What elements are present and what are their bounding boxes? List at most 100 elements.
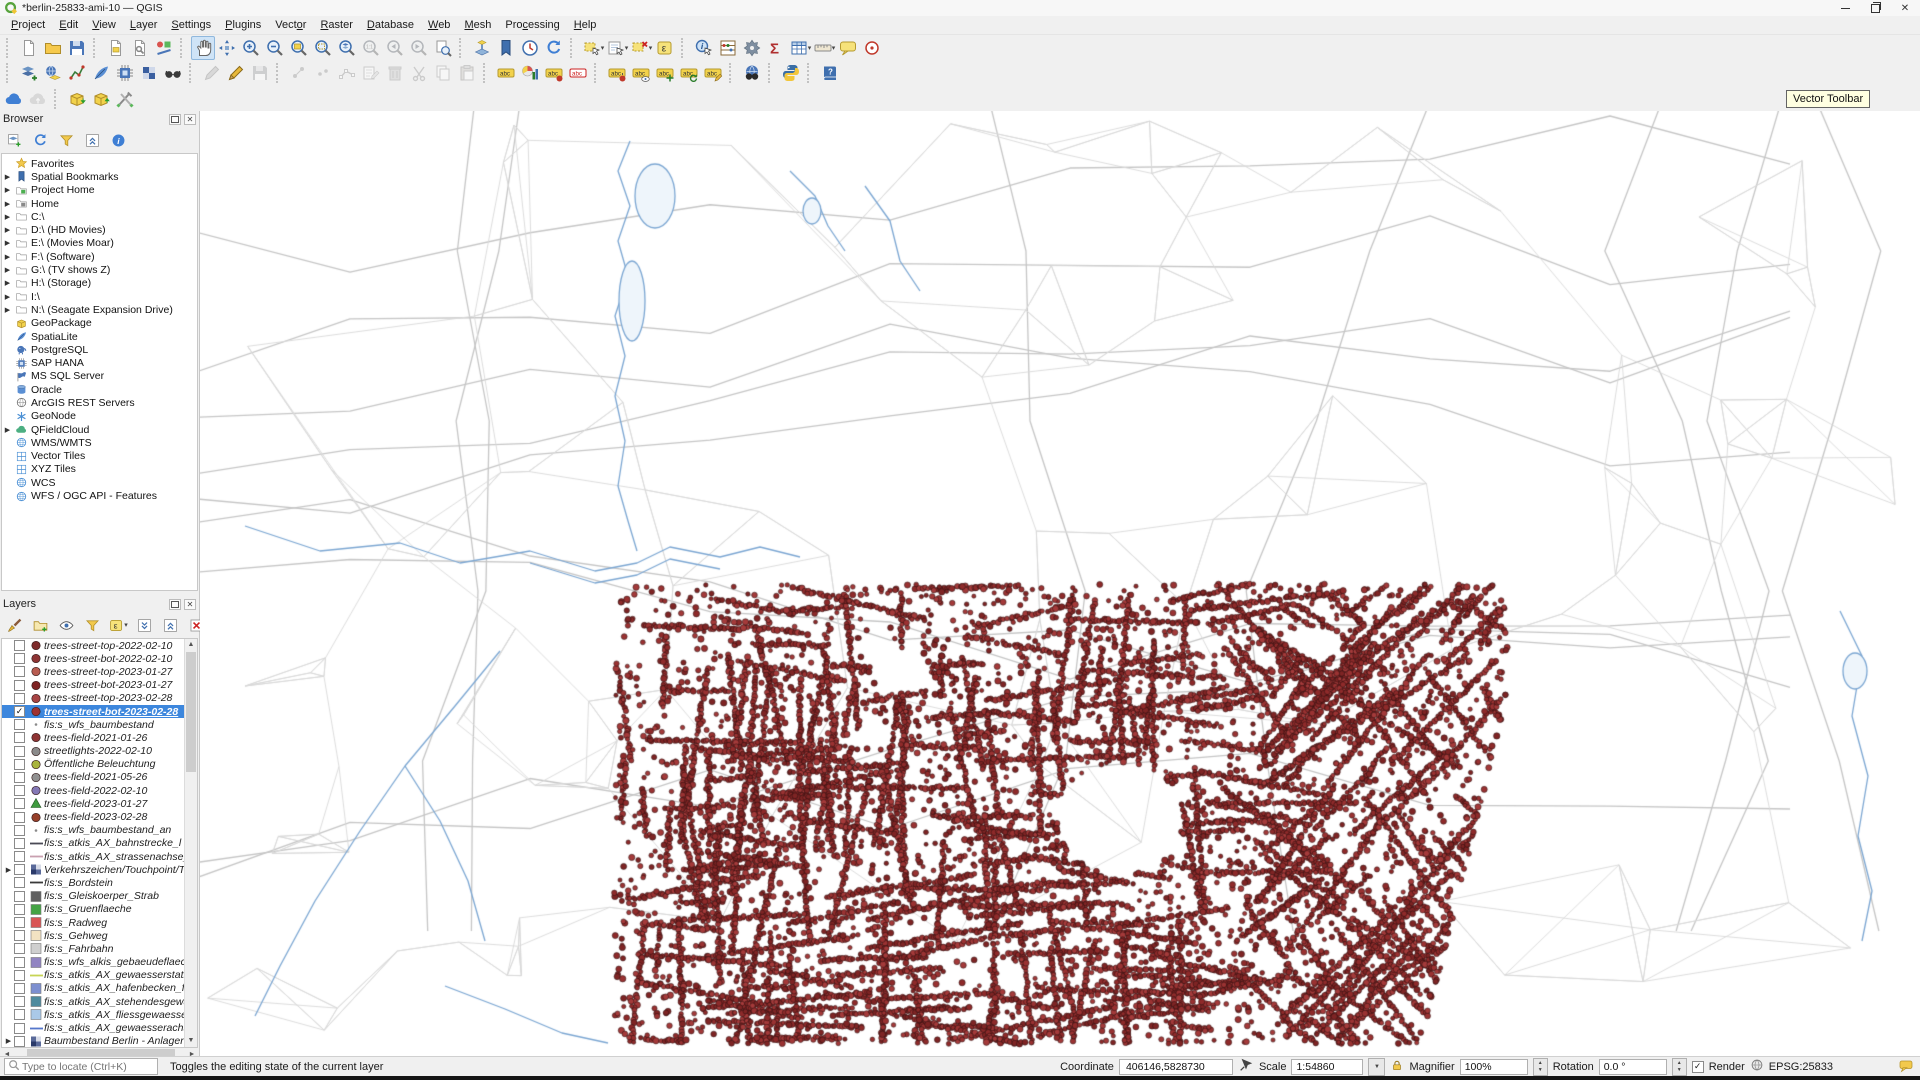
layer-visibility-checkbox[interactable] bbox=[14, 640, 25, 651]
rotation-value[interactable]: 0.0 ° bbox=[1599, 1059, 1667, 1075]
zoom-to-selection-button[interactable] bbox=[311, 36, 335, 60]
db-manager-button[interactable] bbox=[41, 61, 65, 85]
new-project-button[interactable] bbox=[17, 36, 41, 60]
layer-item-trees-field-2022-02-10[interactable]: trees-field-2022-02-10 bbox=[2, 784, 188, 797]
select-by-form-button[interactable]: ▾ bbox=[605, 36, 629, 60]
expand-arrow-icon[interactable]: ▶ bbox=[2, 239, 13, 247]
layer-item-fis-s-atkis-ax-bahnstrecke-l[interactable]: fis:s_atkis_AX_bahnstrecke_l bbox=[2, 837, 188, 850]
filter-browser-button[interactable] bbox=[54, 128, 78, 152]
refresh-map-button[interactable] bbox=[542, 36, 566, 60]
deselect-features-button[interactable]: ▾ bbox=[629, 36, 653, 60]
expand-arrow-icon[interactable]: ▶ bbox=[2, 213, 13, 221]
layer-visibility-checkbox[interactable] bbox=[14, 983, 25, 994]
browser-item-xyz-tiles[interactable]: XYZ Tiles bbox=[2, 463, 197, 476]
layer-item-trees-street-top-2023-02-28[interactable]: trees-street-top-2023-02-28 bbox=[2, 692, 188, 705]
identify-features-button[interactable]: i bbox=[692, 36, 716, 60]
mouse-tracking-icon[interactable] bbox=[1238, 1057, 1254, 1076]
layer-item-fis-s-atkis-ax-hafenbecken-f[interactable]: fis:s_atkis_AX_hafenbecken_f bbox=[2, 982, 188, 995]
expand-arrow-icon[interactable]: ▶ bbox=[2, 173, 13, 181]
menu-mesh[interactable]: Mesh bbox=[457, 16, 498, 34]
layer-visibility-checkbox[interactable] bbox=[14, 877, 25, 888]
scroll-thumb[interactable] bbox=[186, 652, 196, 772]
python-console-button[interactable] bbox=[779, 61, 803, 85]
messages-icon[interactable] bbox=[1898, 1058, 1914, 1076]
layer-item-trees-street-bot-2023-02-28[interactable]: ✓trees-street-bot-2023-02-28 bbox=[2, 705, 188, 718]
layer-visibility-checkbox[interactable] bbox=[14, 917, 25, 928]
layer-visibility-checkbox[interactable] bbox=[14, 825, 25, 836]
layer-item-fis-s-wfs-baumbestand[interactable]: fis:s_wfs_baumbestand bbox=[2, 718, 188, 731]
qfieldcloud-sync-button[interactable] bbox=[26, 87, 50, 111]
new-map-view-button[interactable] bbox=[431, 36, 455, 60]
layer-visibility-checkbox[interactable] bbox=[14, 851, 25, 862]
layer-item-fis-s-atkis-ax-fliessgewaesser-f[interactable]: fis:s_atkis_AX_fliessgewaesser_f bbox=[2, 1008, 188, 1021]
layer-visibility-checkbox[interactable] bbox=[14, 904, 25, 915]
browser-item-d-hd-movies[interactable]: ▶D:\ (HD Movies) bbox=[2, 223, 197, 236]
browser-item-wms-wmts[interactable]: WMS/WMTS bbox=[2, 436, 197, 449]
layer-visibility-checkbox[interactable] bbox=[14, 746, 25, 757]
browser-item-c[interactable]: ▶C:\ bbox=[2, 210, 197, 223]
manage-visibility-button[interactable] bbox=[54, 613, 78, 637]
browser-item-vector-tiles[interactable]: Vector Tiles bbox=[2, 450, 197, 463]
locate-box[interactable] bbox=[4, 1058, 158, 1075]
layers-close-button[interactable]: ✕ bbox=[184, 599, 196, 610]
plugin-tools-button[interactable] bbox=[113, 87, 137, 111]
expand-all-button[interactable] bbox=[132, 613, 156, 637]
collapse-all-button[interactable] bbox=[158, 613, 182, 637]
layer-item-trees-field-2023-01-27[interactable]: trees-field-2023-01-27 bbox=[2, 797, 188, 810]
open-layer-styling-button[interactable] bbox=[2, 613, 26, 637]
map-canvas[interactable] bbox=[200, 111, 1920, 1056]
show-layout-manager-button[interactable] bbox=[128, 36, 152, 60]
map-tips-button[interactable] bbox=[836, 36, 860, 60]
browser-properties-button[interactable]: i bbox=[106, 128, 130, 152]
show-hide-labels-button[interactable]: abc bbox=[629, 61, 653, 85]
package-layers-button[interactable] bbox=[65, 87, 89, 111]
browser-item-project-home[interactable]: ▶Project Home bbox=[2, 184, 197, 197]
menu-database[interactable]: Database bbox=[360, 16, 421, 34]
expand-arrow-icon[interactable]: ▶ bbox=[2, 306, 13, 314]
layer-visibility-checkbox[interactable] bbox=[14, 666, 25, 677]
layer-item-fis-s-atkis-ax-gewaesserachse-l[interactable]: fis:s_atkis_AX_gewaesserachse_l bbox=[2, 1021, 188, 1034]
layer-visibility-checkbox[interactable] bbox=[14, 798, 25, 809]
expand-arrow-icon[interactable]: ▶ bbox=[2, 253, 13, 261]
layer-visibility-checkbox[interactable] bbox=[14, 930, 25, 941]
move-label-button[interactable]: abc bbox=[653, 61, 677, 85]
expand-arrow-icon[interactable]: ▶ bbox=[2, 186, 13, 194]
layer-item-trees-street-top-2023-01-27[interactable]: trees-street-top-2023-01-27 bbox=[2, 665, 188, 678]
digitize-point-button[interactable] bbox=[287, 61, 311, 85]
layer-item-fis-s-atkis-ax-strassenachse-l[interactable]: fis:s_atkis_AX_strassenachse_l bbox=[2, 850, 188, 863]
layer-visibility-checkbox[interactable] bbox=[14, 653, 25, 664]
pin-labels-button[interactable]: abc bbox=[542, 61, 566, 85]
menu-raster[interactable]: Raster bbox=[313, 16, 359, 34]
browser-item-spatial-bookmarks[interactable]: ▶Spatial Bookmarks bbox=[2, 170, 197, 183]
menu-vector[interactable]: Vector bbox=[268, 16, 313, 34]
layer-item-fis-s-fahrbahn[interactable]: fis:s_Fahrbahn bbox=[2, 942, 188, 955]
statistical-summary-button[interactable] bbox=[716, 36, 740, 60]
menu-layer[interactable]: Layer bbox=[123, 16, 165, 34]
layer-diagram-button[interactable] bbox=[518, 61, 542, 85]
layer-visibility-checkbox[interactable] bbox=[14, 693, 25, 704]
add-spatialite-layer-button[interactable] bbox=[89, 61, 113, 85]
pan-map-button[interactable] bbox=[191, 36, 215, 60]
layer-item-verkehrszeichen-touchpoint-tr[interactable]: ▶Verkehrszeichen/Touchpoint/Tr bbox=[2, 863, 188, 876]
coordinate-field[interactable] bbox=[1119, 1059, 1233, 1075]
cut-features-button[interactable] bbox=[407, 61, 431, 85]
layer-item-fis-s-radweg[interactable]: fis:s_Radweg bbox=[2, 916, 188, 929]
close-button[interactable]: ✕ bbox=[1890, 0, 1920, 16]
select-by-expression-button[interactable]: ε bbox=[653, 36, 677, 60]
expand-arrow-icon[interactable]: ▶ bbox=[2, 266, 13, 274]
show-statistics-button[interactable]: Σ bbox=[764, 36, 788, 60]
magnifier-value[interactable]: 100% bbox=[1460, 1059, 1528, 1075]
zoom-in-button[interactable] bbox=[239, 36, 263, 60]
vertex-tool-button[interactable] bbox=[335, 61, 359, 85]
open-attribute-table-dropdown-icon[interactable]: ▾ bbox=[808, 44, 812, 52]
layer-item-fis-s-gruenflaeche[interactable]: fis:s_Gruenflaeche bbox=[2, 903, 188, 916]
save-layer-edits-button[interactable] bbox=[248, 61, 272, 85]
layer-item-fis-s-gehweg[interactable]: fis:s_Gehweg bbox=[2, 929, 188, 942]
layer-item-trees-field-2021-05-26[interactable]: trees-field-2021-05-26 bbox=[2, 771, 188, 784]
layer-item-streetlights-2022-02-10[interactable]: streetlights-2022-02-10 bbox=[2, 745, 188, 758]
browser-item-f-software[interactable]: ▶F:\ (Software) bbox=[2, 250, 197, 263]
paste-features-button[interactable] bbox=[455, 61, 479, 85]
expand-arrow-icon[interactable]: ▶ bbox=[2, 279, 13, 287]
add-group-button[interactable] bbox=[28, 613, 52, 637]
layer-visibility-checkbox[interactable] bbox=[14, 759, 25, 770]
